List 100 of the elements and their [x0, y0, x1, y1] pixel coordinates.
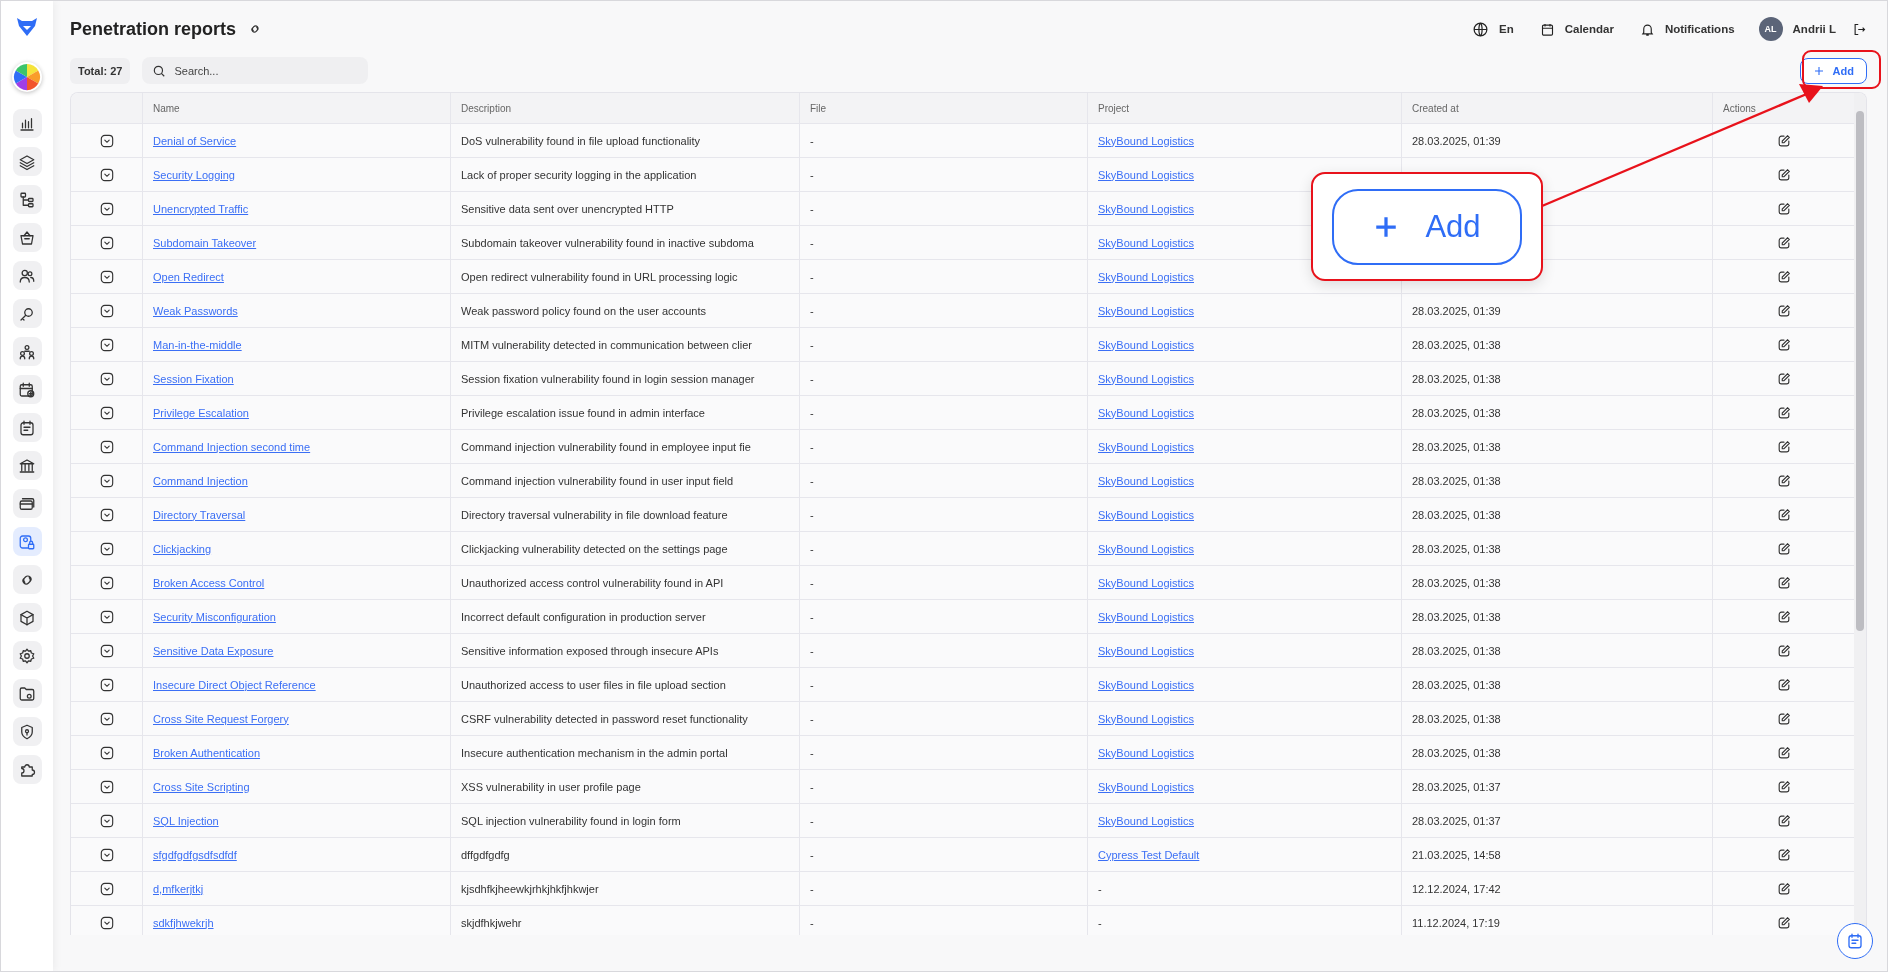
expand-icon[interactable]	[99, 167, 114, 182]
sidebar-item[interactable]	[12, 223, 42, 252]
project-link[interactable]: SkyBound Logistics	[1098, 440, 1194, 453]
edit-icon[interactable]	[1776, 133, 1791, 148]
project-link[interactable]: SkyBound Logistics	[1098, 338, 1194, 351]
report-link[interactable]: Broken Access Control	[153, 576, 265, 589]
edit-icon[interactable]	[1776, 813, 1791, 828]
expand-icon[interactable]	[99, 133, 114, 148]
expand-icon[interactable]	[99, 235, 114, 250]
report-link[interactable]: Security Misconfiguration	[153, 610, 276, 623]
project-link[interactable]: SkyBound Logistics	[1098, 134, 1194, 147]
edit-icon[interactable]	[1776, 269, 1791, 284]
add-button[interactable]: Add	[1799, 57, 1867, 84]
report-link[interactable]: Sensitive Data Exposure	[153, 644, 274, 657]
expand-icon[interactable]	[99, 779, 114, 794]
expand-icon[interactable]	[99, 643, 114, 658]
project-link[interactable]: SkyBound Logistics	[1098, 474, 1194, 487]
sidebar-item[interactable]	[12, 109, 42, 138]
edit-icon[interactable]	[1776, 915, 1791, 930]
report-link[interactable]: sfgdfgdfgsdfsdfdf	[153, 848, 237, 861]
logout-icon[interactable]	[1852, 21, 1867, 37]
project-link[interactable]: SkyBound Logistics	[1098, 202, 1194, 215]
sidebar-item[interactable]	[12, 717, 42, 746]
edit-icon[interactable]	[1776, 405, 1791, 420]
report-link[interactable]: sdkfjhwekrjh	[153, 916, 214, 929]
report-link[interactable]: Insecure Direct Object Reference	[153, 678, 316, 691]
expand-icon[interactable]	[99, 337, 114, 352]
edit-icon[interactable]	[1776, 711, 1791, 726]
report-link[interactable]: Man-in-the-middle	[153, 338, 242, 351]
expand-icon[interactable]	[99, 915, 114, 930]
expand-icon[interactable]	[99, 405, 114, 420]
report-link[interactable]: Clickjacking	[153, 542, 212, 555]
edit-icon[interactable]	[1776, 507, 1791, 522]
sidebar-item[interactable]	[12, 375, 42, 404]
project-link[interactable]: SkyBound Logistics	[1098, 304, 1194, 317]
project-link[interactable]: SkyBound Logistics	[1098, 746, 1194, 759]
report-link[interactable]: Cross Site Request Forgery	[153, 712, 289, 725]
sidebar-item[interactable]	[12, 755, 42, 784]
report-link[interactable]: Weak Passwords	[153, 304, 238, 317]
expand-icon[interactable]	[99, 711, 114, 726]
edit-icon[interactable]	[1776, 779, 1791, 794]
edit-icon[interactable]	[1776, 881, 1791, 896]
report-link[interactable]: Privilege Escalation	[153, 406, 249, 419]
report-link[interactable]: Security Logging	[153, 168, 235, 181]
project-link[interactable]: SkyBound Logistics	[1098, 610, 1194, 623]
report-link[interactable]: Cross Site Scripting	[153, 780, 250, 793]
search-field[interactable]: Search...	[142, 57, 369, 84]
edit-icon[interactable]	[1776, 371, 1791, 386]
project-link[interactable]: SkyBound Logistics	[1098, 270, 1194, 283]
sidebar-item[interactable]	[12, 413, 42, 442]
sidebar-item[interactable]	[12, 147, 42, 176]
edit-icon[interactable]	[1776, 745, 1791, 760]
report-link[interactable]: Denial of Service	[153, 134, 237, 147]
edit-icon[interactable]	[1776, 473, 1791, 488]
expand-icon[interactable]	[99, 201, 114, 216]
sidebar-item[interactable]	[12, 641, 42, 670]
chat-button[interactable]	[1837, 923, 1873, 959]
sidebar-item[interactable]	[12, 489, 42, 518]
sidebar-item[interactable]	[12, 603, 42, 632]
expand-icon[interactable]	[99, 847, 114, 862]
edit-icon[interactable]	[1776, 575, 1791, 590]
edit-icon[interactable]	[1776, 167, 1791, 182]
user-avatar[interactable]: AL	[1758, 17, 1783, 41]
report-link[interactable]: Session Fixation	[153, 372, 234, 385]
edit-icon[interactable]	[1776, 201, 1791, 216]
expand-icon[interactable]	[99, 813, 114, 828]
sidebar-item[interactable]	[12, 337, 42, 366]
expand-icon[interactable]	[99, 745, 114, 760]
sidebar-item[interactable]	[12, 565, 42, 594]
report-link[interactable]: Directory Traversal	[153, 508, 246, 521]
project-link[interactable]: SkyBound Logistics	[1098, 508, 1194, 521]
project-link[interactable]: SkyBound Logistics	[1098, 712, 1194, 725]
report-link[interactable]: Subdomain Takeover	[153, 236, 257, 249]
expand-icon[interactable]	[99, 439, 114, 454]
report-link[interactable]: d,mfkerjtkj	[153, 882, 204, 895]
edit-icon[interactable]	[1776, 609, 1791, 624]
expand-icon[interactable]	[99, 507, 114, 522]
project-link[interactable]: SkyBound Logistics	[1098, 814, 1194, 827]
project-link[interactable]: Cypress Test Default	[1098, 848, 1200, 861]
edit-icon[interactable]	[1776, 541, 1791, 556]
project-link[interactable]: SkyBound Logistics	[1098, 678, 1194, 691]
project-link[interactable]: SkyBound Logistics	[1098, 372, 1194, 385]
edit-icon[interactable]	[1776, 439, 1791, 454]
expand-icon[interactable]	[99, 575, 114, 590]
sidebar-item[interactable]	[12, 185, 42, 214]
edit-icon[interactable]	[1776, 235, 1791, 250]
notifications-button[interactable]: Notifications	[1631, 21, 1743, 37]
color-wheel-icon[interactable]	[12, 62, 42, 92]
report-link[interactable]: SQL Injection	[153, 814, 219, 827]
report-link[interactable]: Command Injection	[153, 474, 248, 487]
project-link[interactable]: SkyBound Logistics	[1098, 236, 1194, 249]
sidebar-item[interactable]	[12, 299, 42, 328]
expand-icon[interactable]	[99, 473, 114, 488]
expand-icon[interactable]	[99, 303, 114, 318]
project-link[interactable]: SkyBound Logistics	[1098, 542, 1194, 555]
project-link[interactable]: SkyBound Logistics	[1098, 576, 1194, 589]
report-link[interactable]: Open Redirect	[153, 270, 224, 283]
edit-icon[interactable]	[1776, 337, 1791, 352]
sidebar-item[interactable]	[12, 261, 42, 290]
edit-icon[interactable]	[1776, 847, 1791, 862]
